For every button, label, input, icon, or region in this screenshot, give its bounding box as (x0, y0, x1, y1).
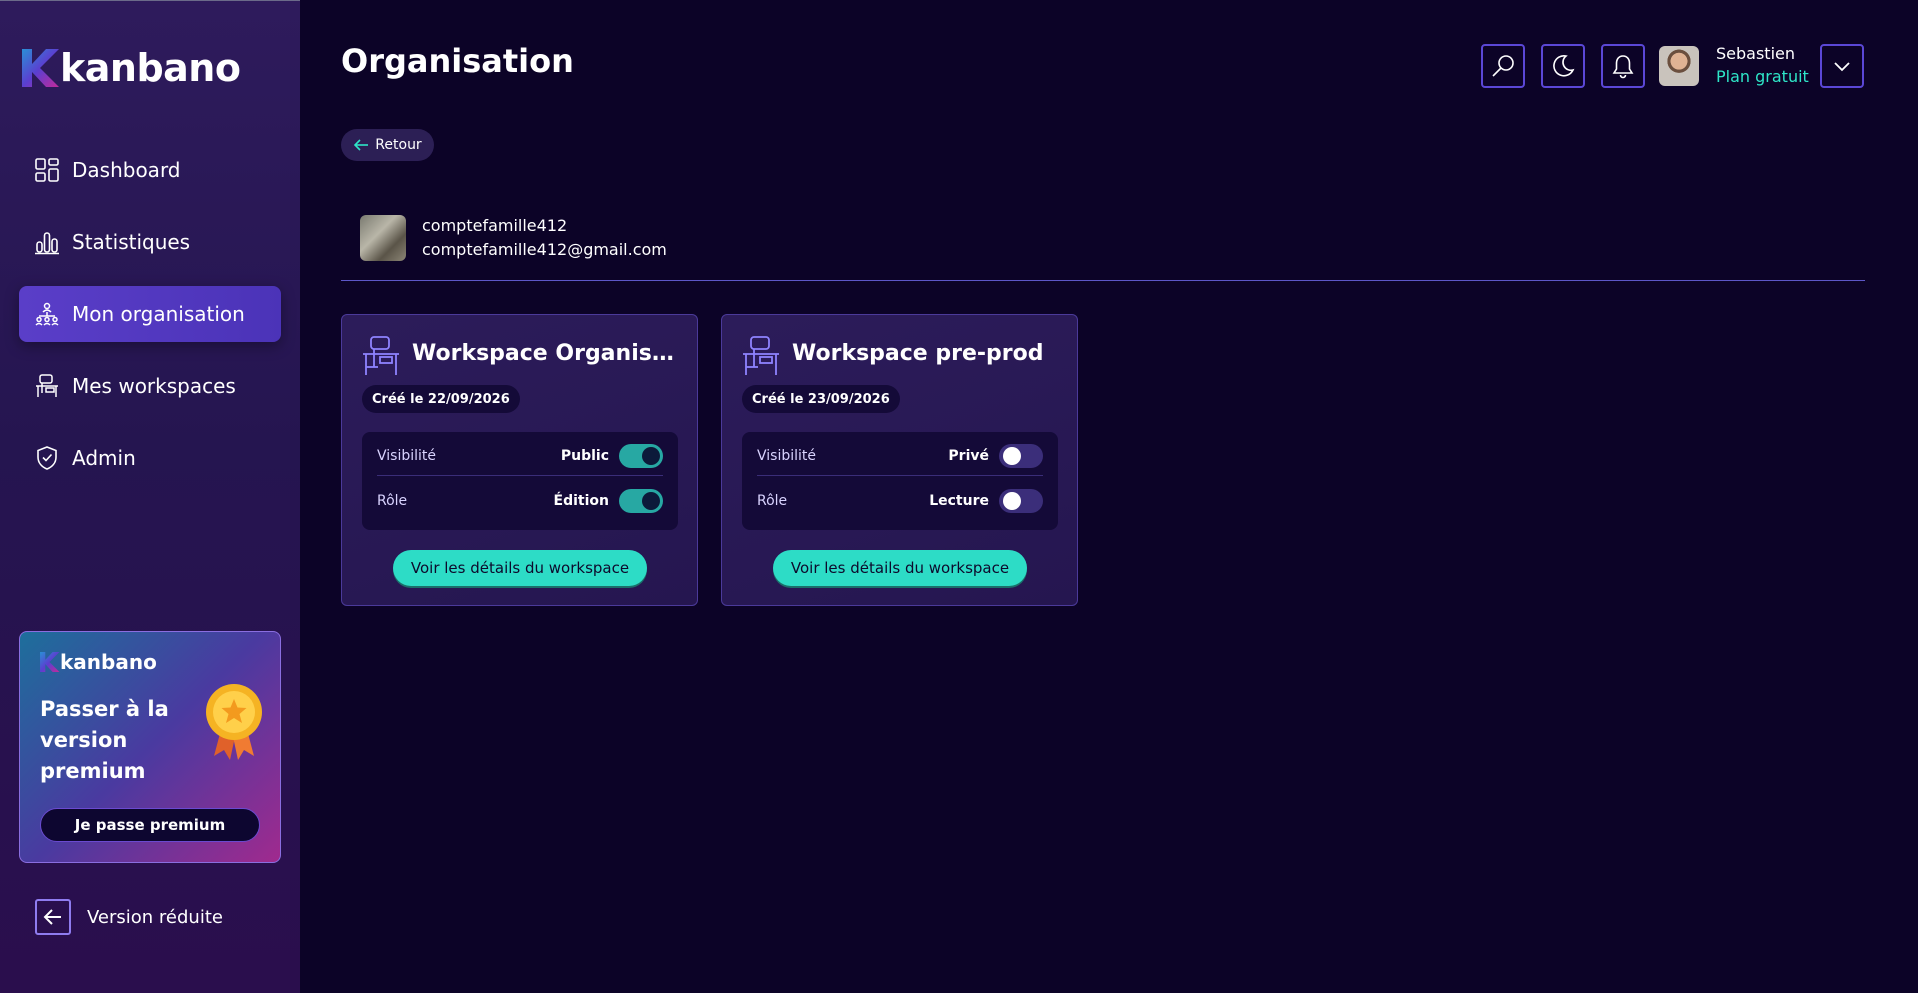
bar-chart-icon (34, 229, 60, 255)
role-label: Rôle (757, 493, 788, 509)
sidebar-item-label: Statistiques (72, 230, 191, 254)
back-label: Retour (375, 137, 422, 153)
workspace-card: Workspace Organisation Créé le 22/09/202… (341, 314, 698, 606)
premium-button[interactable]: Je passe premium (40, 808, 260, 842)
arrow-left-icon (354, 139, 369, 151)
user-name: Sebastien (1716, 44, 1795, 63)
sidebar: kanbano Dashboard Statistiques Mon organ… (0, 0, 300, 993)
workspace-settings: Visibilité Privé Rôle Lecture (742, 432, 1058, 530)
role-toggle[interactable] (619, 489, 663, 513)
role-value: Lecture (929, 493, 989, 509)
notifications-button[interactable] (1601, 44, 1645, 88)
dashboard-icon (34, 157, 60, 183)
workspace-details-button[interactable]: Voir les détails du workspace (393, 550, 647, 586)
visibility-toggle[interactable] (999, 443, 1043, 468)
app-logo[interactable]: kanbano (20, 45, 241, 91)
kanbano-logo-icon (40, 652, 60, 672)
role-toggle[interactable] (999, 489, 1043, 513)
visibility-value: Privé (948, 447, 989, 464)
role-value: Édition (553, 493, 609, 509)
visibility-value: Public (560, 447, 609, 464)
visibility-label: Visibilité (757, 447, 817, 464)
workspace-title: Workspace Organisation (412, 341, 684, 366)
collapse-sidebar-button[interactable]: Version réduite (19, 899, 223, 935)
page-title: Organisation (341, 42, 574, 80)
sidebar-item-statistiques[interactable]: Statistiques (19, 214, 281, 270)
user-menu-button[interactable] (1820, 44, 1864, 88)
sidebar-item-mon-organisation[interactable]: Mon organisation (19, 286, 281, 342)
kanbano-logo-icon (22, 49, 59, 87)
workspace-created-badge: Créé le 22/09/2026 (362, 385, 520, 413)
workspace-created-badge: Créé le 23/09/2026 (742, 385, 900, 413)
arrow-left-icon (35, 899, 71, 935)
role-row: Rôle Édition (377, 481, 663, 521)
organisation-email: comptefamille412@gmail.com (422, 240, 667, 259)
user-avatar[interactable] (1659, 46, 1699, 86)
medal-icon (206, 684, 262, 760)
visibility-row: Visibilité Public (377, 436, 663, 476)
visibility-row: Visibilité Privé (757, 436, 1043, 476)
visibility-toggle[interactable] (619, 443, 663, 468)
sidebar-item-label: Admin (72, 446, 136, 470)
app-name: kanbano (60, 46, 241, 90)
dark-mode-toggle[interactable] (1541, 44, 1585, 88)
search-icon (1492, 55, 1514, 77)
premium-logo-text: kanbano (60, 650, 157, 674)
sidebar-item-label: Mes workspaces (72, 374, 236, 398)
search-button[interactable] (1481, 44, 1525, 88)
bell-icon (1612, 55, 1634, 79)
moon-icon (1553, 54, 1575, 77)
sidebar-item-label: Mon organisation (72, 302, 245, 326)
back-button[interactable]: Retour (341, 129, 434, 161)
sidebar-item-admin[interactable]: Admin (19, 430, 281, 486)
role-label: Rôle (377, 493, 408, 509)
organisation-icon (34, 301, 60, 327)
desk-icon (363, 336, 399, 375)
sidebar-item-dashboard[interactable]: Dashboard (19, 142, 281, 198)
organisation-name: comptefamille412 (422, 216, 568, 235)
visibility-label: Visibilité (377, 447, 437, 464)
sidebar-item-mes-workspaces[interactable]: Mes workspaces (19, 358, 281, 414)
organisation-avatar (360, 215, 406, 261)
premium-title: Passer à la version premium (40, 697, 169, 783)
premium-banner: kanbano Passer à la version premium Je p… (19, 631, 281, 863)
desk-icon (743, 336, 779, 375)
workspace-title: Workspace pre-prod (792, 341, 1044, 366)
workspace-card: Workspace pre-prod Créé le 23/09/2026 Vi… (721, 314, 1078, 606)
shield-icon (34, 445, 60, 471)
workspace-settings: Visibilité Public Rôle Édition (362, 432, 678, 530)
divider (341, 280, 1865, 281)
role-row: Rôle Lecture (757, 481, 1043, 521)
premium-logo: kanbano (39, 650, 157, 674)
collapse-sidebar-label: Version réduite (87, 906, 223, 928)
chevron-down-icon (1834, 62, 1850, 72)
desk-icon (34, 373, 60, 399)
workspace-details-button[interactable]: Voir les détails du workspace (773, 550, 1027, 586)
user-plan: Plan gratuit (1716, 67, 1809, 86)
sidebar-item-label: Dashboard (72, 158, 181, 182)
